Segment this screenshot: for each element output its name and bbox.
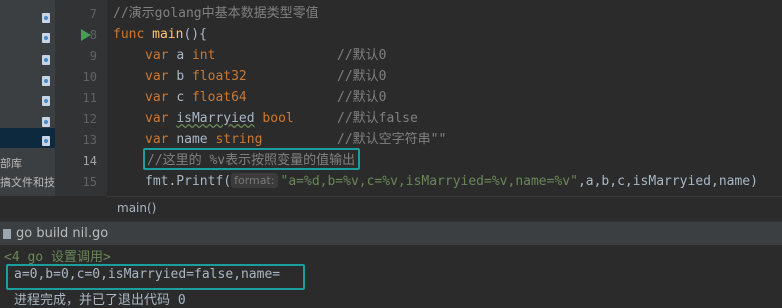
run-tab-label[interactable]: go build nil.go bbox=[16, 222, 108, 246]
keyword-var: var bbox=[145, 132, 169, 147]
line-number: 14 bbox=[82, 154, 97, 168]
line-number: 13 bbox=[82, 133, 97, 147]
param-hint: format: bbox=[231, 173, 278, 188]
var-type: int bbox=[191, 48, 216, 63]
var-type: bool bbox=[262, 111, 294, 126]
breadcrumb-item[interactable]: main() bbox=[117, 201, 156, 215]
keyword-var: var bbox=[145, 48, 169, 63]
console-line: <4 go 设置调用> bbox=[4, 250, 111, 265]
tree-item-label[interactable]: 部库 bbox=[0, 155, 22, 171]
code-decl-line: var b float32 bbox=[145, 66, 247, 87]
run-toolwindow-header: go build nil.go bbox=[0, 221, 782, 246]
project-tree: 部库 搞文件和技 bbox=[0, 0, 55, 196]
line-number: 10 bbox=[82, 70, 97, 84]
keyword-var: var bbox=[145, 69, 169, 84]
code-comment: //默认0 bbox=[337, 48, 387, 63]
line-number: 11 bbox=[82, 91, 97, 105]
go-file-icon[interactable] bbox=[42, 55, 50, 65]
run-arrow-icon[interactable] bbox=[81, 29, 91, 41]
code-comment: //默认0 bbox=[337, 90, 387, 105]
highlight-box bbox=[143, 148, 360, 170]
go-file-icon[interactable] bbox=[42, 13, 50, 23]
func-name: main bbox=[152, 27, 184, 42]
code-func-line: func main(){ bbox=[113, 24, 207, 45]
code-comment: //默认false bbox=[337, 111, 418, 126]
code-decl-line: var a int bbox=[145, 45, 215, 66]
keyword-var: var bbox=[145, 111, 169, 126]
go-file-icon[interactable] bbox=[42, 136, 50, 146]
console-line: 进程完成，并已了退出代码 0 bbox=[14, 293, 186, 308]
line-number: 7 bbox=[89, 7, 97, 21]
output-highlight-box bbox=[6, 264, 305, 290]
line-number: 9 bbox=[89, 49, 97, 63]
go-file-icon[interactable] bbox=[42, 96, 50, 106]
code-printf-line: fmt.Printf(format: "a=%d,b=%v,c=%v,isMarr… bbox=[145, 171, 758, 192]
printf-call: fmt.Printf( bbox=[145, 174, 232, 189]
printf-args: ,a,b,c,isMarryied,name) bbox=[577, 174, 758, 189]
line-number: 12 bbox=[82, 112, 97, 126]
code-decl-line: var isMarryied bool bbox=[145, 108, 294, 129]
var-name: b bbox=[176, 69, 185, 84]
line-number-gutter[interactable]: 7 8 9 10 11 12 13 14 15 bbox=[55, 0, 133, 196]
run-config-icon bbox=[3, 229, 11, 239]
var-name: isMarryied bbox=[176, 111, 255, 126]
code-comment: //默认0 bbox=[337, 69, 387, 84]
tree-item-label[interactable]: 搞文件和技 bbox=[0, 174, 55, 190]
breadcrumb[interactable]: main() bbox=[107, 196, 782, 221]
func-signature: (){ bbox=[183, 27, 207, 42]
printf-format-string: "a=%d,b=%v,c=%v,isMarryied=%v,name=%v" bbox=[280, 174, 578, 189]
go-file-icon[interactable] bbox=[42, 33, 50, 43]
var-name: c bbox=[176, 90, 185, 105]
var-type: float32 bbox=[191, 69, 247, 84]
keyword-var: var bbox=[145, 90, 169, 105]
go-file-icon[interactable] bbox=[42, 76, 50, 86]
code-decl-line: var name string bbox=[145, 129, 262, 150]
var-name: name bbox=[176, 132, 208, 147]
var-type: string bbox=[215, 132, 263, 147]
code-comment-title: //演示golang中基本数据类型零值 bbox=[113, 6, 319, 21]
code-comment: //默认空字符串"" bbox=[337, 132, 447, 147]
var-name: a bbox=[176, 48, 185, 63]
keyword-func: func bbox=[113, 27, 145, 42]
code-decl-line: var c float64 bbox=[145, 87, 247, 108]
var-type: float64 bbox=[191, 90, 247, 105]
line-number: 15 bbox=[82, 175, 97, 189]
go-file-icon[interactable] bbox=[42, 117, 50, 127]
